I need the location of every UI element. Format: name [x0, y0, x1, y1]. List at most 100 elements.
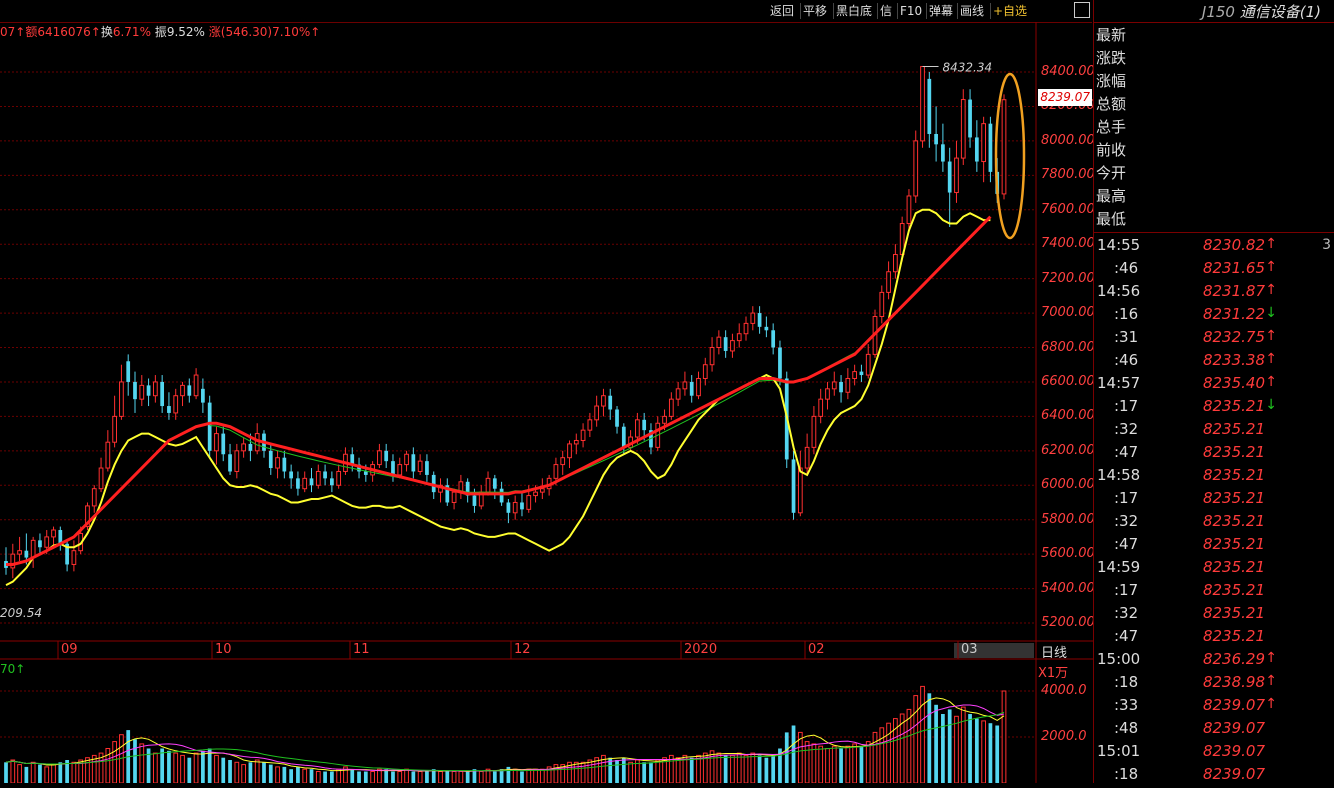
- candle: [553, 464, 559, 479]
- price-tick-label: 5200.00: [1041, 615, 1095, 630]
- volume-bar: [30, 761, 36, 783]
- candle: [981, 123, 986, 163]
- volume-bar: [947, 709, 952, 783]
- volume-bar: [38, 764, 42, 783]
- volume-bar: [268, 764, 273, 783]
- tick-row: :18 8239.07: [1094, 765, 1334, 788]
- arrow-up-icon: ↑: [1265, 328, 1277, 344]
- candle: [221, 433, 226, 455]
- current-price-tag: 8239.07: [1038, 89, 1092, 106]
- tick-price: 8235.40: [1202, 374, 1265, 392]
- price-tick-label: 6800.00: [1041, 339, 1095, 355]
- quote-label: 最新: [1096, 26, 1127, 44]
- volume-bar: [234, 761, 240, 783]
- candle: [499, 488, 504, 503]
- price-tick-label: 5800.00: [1041, 511, 1095, 527]
- volume-bar: [804, 741, 810, 783]
- tick-row: :47 8235.21: [1094, 535, 1334, 558]
- volume-bar: [330, 771, 334, 783]
- volume-bar: [655, 759, 661, 783]
- candle: [282, 457, 287, 472]
- candle: [567, 443, 572, 459]
- arrow-up-icon: ↑: [1265, 236, 1277, 252]
- volume-bar: [784, 732, 789, 783]
- candle: [315, 470, 321, 486]
- tick-time: :17: [1114, 489, 1139, 507]
- candle: [275, 457, 280, 469]
- tick-price: 8239.07: [1202, 742, 1265, 760]
- candle: [105, 441, 111, 469]
- volume-bar: [478, 771, 484, 783]
- tick-time: :17: [1114, 581, 1139, 599]
- price-tick-label: 7000.00: [1041, 305, 1095, 321]
- quote-label: 涨幅: [1096, 72, 1127, 90]
- volume-bar: [370, 771, 375, 783]
- quote-label: 今开: [1096, 164, 1127, 182]
- volume-bar: [913, 695, 919, 783]
- tick-row: :16 8231.22 ↓: [1094, 305, 1334, 328]
- candle: [988, 123, 993, 172]
- candle: [608, 395, 613, 410]
- tick-row: :17 8235.21: [1094, 581, 1334, 604]
- volume-bar: [839, 748, 843, 783]
- volume-bar: [10, 759, 16, 783]
- volume-bar: [445, 771, 450, 783]
- quote-panel: J150 通信设备(1) 最新 涨跌 涨幅 总额 总手 前收 今开 最高 最低 3 14:55 8…: [1093, 0, 1334, 783]
- price-tick-label: 6200.00: [1041, 442, 1095, 458]
- candle: [17, 550, 22, 555]
- tick-row: :48 8239.07: [1094, 719, 1334, 742]
- tick-row: :32 8235.21: [1094, 420, 1334, 443]
- price-tick-label: 5600.00: [1041, 546, 1095, 562]
- volume-bar: [743, 754, 749, 783]
- quote-label: 最高: [1096, 187, 1127, 205]
- date-tick-label: 09: [61, 642, 78, 657]
- candle: [302, 477, 308, 490]
- volume-bar: [248, 762, 253, 783]
- tick-row: 15:00 8236.29 ↑: [1094, 650, 1334, 673]
- volume-bar: [262, 762, 266, 783]
- volume-bar: [221, 757, 226, 783]
- tick-time: :47: [1114, 535, 1139, 553]
- arrow-up-icon: ↑: [1265, 650, 1277, 666]
- volume-bar: [934, 704, 938, 783]
- kline-chart[interactable]: 8432.34 209.54: [0, 0, 1036, 783]
- volume-bar: [764, 757, 769, 783]
- volume-bar: [425, 771, 429, 783]
- period-label[interactable]: 日线: [1041, 642, 1067, 661]
- volume-bar: [357, 771, 361, 783]
- candle: [520, 502, 524, 510]
- candle: [682, 381, 688, 390]
- candle: [906, 195, 912, 225]
- candle: [234, 450, 240, 472]
- tick-price: 8238.98: [1202, 673, 1265, 691]
- date-tick-label: 02: [808, 642, 825, 657]
- candle: [642, 419, 647, 431]
- tick-price: 8233.38: [1202, 351, 1265, 369]
- volume-bar: [465, 771, 470, 783]
- panel-toggle-icon[interactable]: [1074, 2, 1090, 18]
- volume-bar: [920, 685, 925, 783]
- volume-bar: [974, 718, 979, 783]
- tick-price: 8231.87: [1202, 282, 1265, 300]
- tick-time: :47: [1114, 443, 1139, 461]
- candle: [526, 495, 532, 510]
- tick-price: 8235.21: [1202, 420, 1265, 438]
- tick-row: 14:57 8235.40 ↑: [1094, 374, 1334, 397]
- candle: [173, 395, 179, 414]
- volume-bar: [981, 720, 986, 783]
- tick-list[interactable]: 14:55 8230.82 ↑:46 8231.65 ↑ 14:56 8231.87 ↑:16…: [1094, 232, 1334, 783]
- volume-bar: [927, 693, 932, 783]
- volume-unit-label: X1万: [1038, 666, 1069, 681]
- candle: [180, 384, 185, 397]
- candle: [506, 502, 511, 513]
- candle: [696, 377, 701, 397]
- tick-price: 8231.65: [1202, 259, 1265, 277]
- tick-row: 14:56 8231.87 ↑: [1094, 282, 1334, 305]
- candle: [839, 381, 843, 393]
- volume-bar: [397, 771, 403, 783]
- volume-bar: [289, 769, 294, 783]
- candle: [397, 464, 403, 476]
- candle: [248, 443, 253, 451]
- volume-bar: [539, 768, 545, 783]
- volume-bar: [512, 768, 518, 783]
